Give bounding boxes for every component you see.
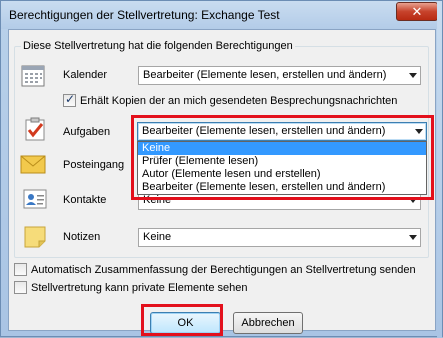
- private-items-checkbox[interactable]: [14, 281, 27, 294]
- meeting-copy-option[interactable]: Erhält Kopien der an mich gesendeten Bes…: [63, 92, 398, 107]
- title-bar: Berechtigungen der Stellvertretung: Exch…: [1, 1, 442, 29]
- inbox-label: Posteingang: [63, 159, 125, 171]
- calendar-icon: [21, 65, 45, 87]
- cancel-button[interactable]: Abbrechen: [233, 312, 303, 334]
- meeting-copy-label: Erhält Kopien der an mich gesendeten Bes…: [80, 94, 398, 107]
- auto-summary-checkbox[interactable]: [14, 263, 27, 276]
- calendar-label: Kalender: [63, 69, 108, 81]
- tasks-icon: [25, 117, 45, 141]
- notes-icon: [24, 226, 46, 248]
- dropdown-option-keine[interactable]: Keine: [138, 142, 426, 155]
- window-title: Berechtigungen der Stellvertretung: Exch…: [9, 8, 280, 22]
- meeting-copy-checkbox[interactable]: [63, 92, 76, 107]
- tasks-permission-dropdown: Keine Prüfer (Elemente lesen) Autor (Ele…: [137, 141, 427, 195]
- calendar-permission-value: Bearbeiter (Elemente lesen, erstellen un…: [143, 69, 387, 81]
- chevron-down-icon: [409, 73, 417, 78]
- private-items-label: Stellvertretung kann private Elemente se…: [31, 281, 248, 294]
- tasks-label: Aufgaben: [63, 126, 111, 138]
- contacts-icon: [23, 189, 47, 209]
- chevron-down-icon: [409, 198, 417, 203]
- notes-permission-value: Keine: [143, 231, 172, 243]
- tasks-permission-value: Bearbeiter (Elemente lesen, erstellen un…: [142, 125, 386, 137]
- chevron-down-icon: [409, 235, 417, 240]
- tasks-permission-select[interactable]: Bearbeiter (Elemente lesen, erstellen un…: [137, 122, 427, 141]
- contacts-permission-value: Keine: [143, 194, 172, 206]
- close-button[interactable]: ✕: [396, 2, 438, 21]
- close-icon: ✕: [411, 4, 423, 19]
- calendar-permission-select[interactable]: Bearbeiter (Elemente lesen, erstellen un…: [138, 66, 421, 85]
- delegate-permissions-dialog: Berechtigungen der Stellvertretung: Exch…: [0, 0, 443, 338]
- dropdown-option-autor[interactable]: Autor (Elemente lesen und erstellen): [138, 168, 426, 181]
- ok-button[interactable]: OK: [150, 312, 221, 334]
- notes-label: Notizen: [63, 231, 101, 243]
- dropdown-option-pruefer[interactable]: Prüfer (Elemente lesen): [138, 155, 426, 168]
- auto-summary-label: Automatisch Zusammenfassung der Berechti…: [31, 263, 416, 276]
- group-heading: Diese Stellvertretung hat die folgenden …: [21, 40, 295, 52]
- window-edge: [437, 1, 442, 338]
- chevron-down-icon: [415, 129, 423, 134]
- inbox-icon: [20, 155, 46, 174]
- auto-summary-option[interactable]: Automatisch Zusammenfassung der Berechti…: [14, 263, 416, 276]
- notes-permission-select[interactable]: Keine: [138, 228, 421, 247]
- dropdown-option-bearbeiter[interactable]: Bearbeiter (Elemente lesen, erstellen un…: [138, 181, 426, 194]
- private-items-option[interactable]: Stellvertretung kann private Elemente se…: [14, 281, 247, 294]
- contacts-label: Kontakte: [63, 194, 107, 206]
